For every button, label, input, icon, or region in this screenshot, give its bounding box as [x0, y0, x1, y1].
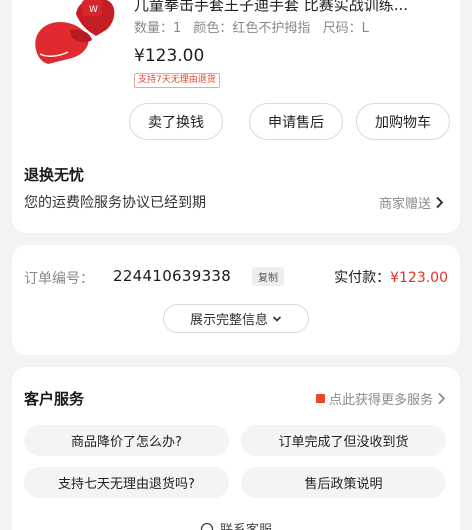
spec-quantity: 数量：1: [134, 21, 182, 36]
customer-service-card: 客户服务 点此获得更多服务 商品降价了怎么办? 订单完成了但没收到货 支持七天无…: [12, 367, 460, 530]
order-number: 2244106393​38: [113, 267, 232, 285]
product-price: ¥123.00: [134, 46, 205, 66]
merchant-gift-link[interactable]: 商家赠送: [379, 193, 444, 212]
headset-icon: [200, 522, 214, 530]
product-card: W 儿童拳击手套王子迪手套 比赛实战训练... 数量：1 颜色：红色不护拇指 尺…: [12, 0, 460, 233]
service-badge-icon: [315, 394, 325, 403]
faq-after-sale-policy[interactable]: 售后政策说明: [241, 467, 446, 498]
svg-text:W: W: [89, 5, 98, 15]
boxing-glove-icon: W: [35, 0, 115, 64]
after-sale-button[interactable]: 申请售后: [249, 103, 343, 140]
more-services-label: 点此获得更多服务: [328, 393, 433, 408]
worry-free-title: 退换无忧: [24, 166, 85, 184]
paid-label: 实付款：: [334, 270, 391, 286]
faq-seven-day-return[interactable]: 支持七天无理由退货吗?: [24, 467, 229, 498]
worry-free-desc[interactable]: 您的运费险服务协议已经到期: [24, 192, 206, 212]
spec-size: 尺码：L: [322, 21, 369, 36]
product-thumbnail[interactable]: W: [26, 0, 122, 72]
product-title[interactable]: 儿童拳击手套王子迪手套 比赛实战训练...: [134, 0, 446, 15]
show-full-info-button[interactable]: 展示完整信息: [163, 304, 309, 333]
order-info-card: 订单编号： 2244106393​38 复制 实付款：¥123.00 展示完整信…: [12, 245, 460, 355]
sell-button[interactable]: 卖了换钱: [129, 103, 223, 140]
return-policy-tag: 支持7天无理由退货: [134, 73, 220, 88]
order-number-label: 订单编号：: [24, 271, 94, 287]
chevron-right-icon: [438, 392, 446, 405]
more-services-link[interactable]: 点此获得更多服务: [315, 389, 446, 408]
paid-value: ¥123.00: [390, 270, 448, 286]
faq-not-received[interactable]: 订单完成了但没收到货: [241, 425, 446, 456]
merchant-gift-label: 商家赠送: [378, 197, 431, 212]
show-full-info-label: 展示完整信息: [189, 313, 268, 328]
contact-service-label: 联系客服: [220, 519, 272, 530]
customer-service-title: 客户服务: [24, 390, 85, 408]
copy-button[interactable]: 复制: [252, 267, 284, 286]
chevron-down-icon: [272, 315, 282, 322]
paid-amount: 实付款：¥123.00: [334, 267, 448, 287]
product-specs: 数量：1 颜色：红色不护拇指 尺码：L: [134, 17, 377, 36]
contact-service-button[interactable]: 联系客服: [12, 519, 460, 530]
spec-color: 颜色：红色不护拇指: [193, 21, 311, 36]
order-detail-page: W 儿童拳击手套王子迪手套 比赛实战训练... 数量：1 颜色：红色不护拇指 尺…: [0, 0, 472, 530]
chevron-right-icon: [436, 196, 444, 209]
faq-price-drop[interactable]: 商品降价了怎么办?: [24, 425, 229, 456]
add-to-cart-button[interactable]: 加购物车: [356, 103, 450, 140]
